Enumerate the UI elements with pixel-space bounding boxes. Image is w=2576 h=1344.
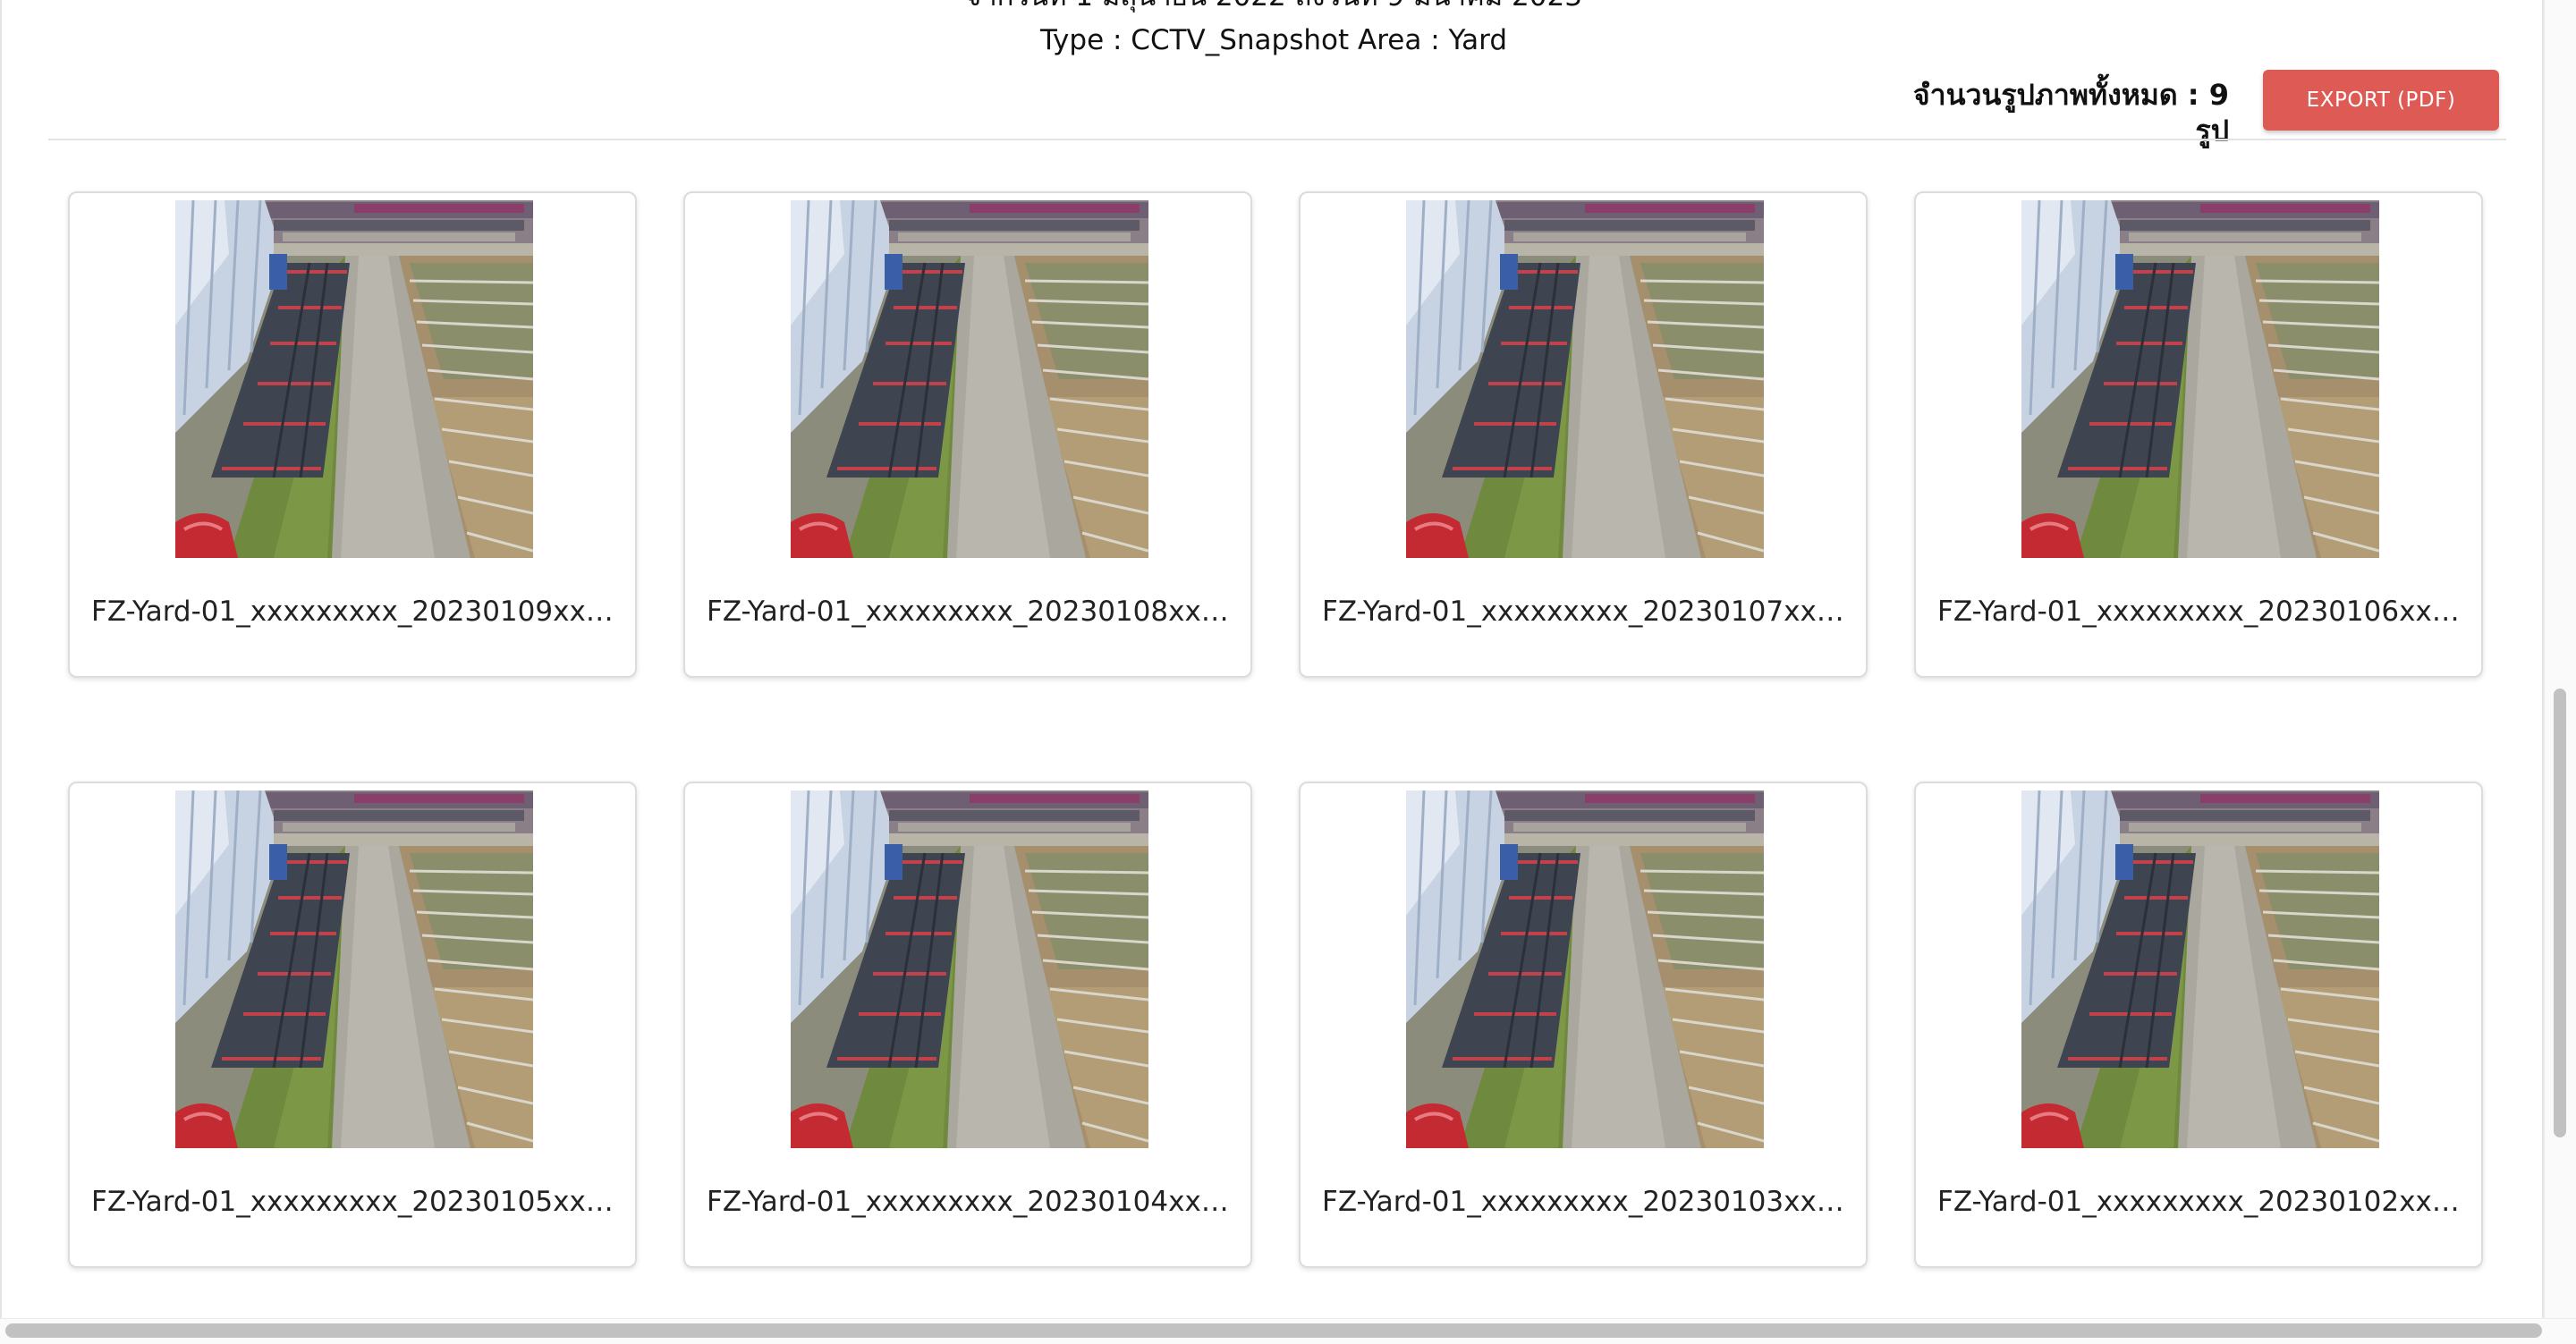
snapshot-thumbnail[interactable] <box>791 200 1148 558</box>
gallery-card[interactable]: FZ-Yard-01_xxxxxxxxx_20230106xxxxxx.jpg <box>1914 191 2483 678</box>
snapshot-thumbnail[interactable] <box>175 790 533 1148</box>
snapshot-thumbnail[interactable] <box>2021 790 2379 1148</box>
gallery-card[interactable]: FZ-Yard-01_xxxxxxxxx_20230107xxxxxx.jpg <box>1299 191 1868 678</box>
snapshot-filename: FZ-Yard-01_xxxxxxxxx_20230103xxxxxx.jpg <box>1322 1186 1848 1218</box>
snapshot-filename: FZ-Yard-01_xxxxxxxxx_20230109xxxxxx.jpg <box>91 596 617 628</box>
report-date-range: จากวันที่ 1 มิถุนายน 2022 ถึงวันที่ 9 มี… <box>2 0 2542 13</box>
snapshot-filename: FZ-Yard-01_xxxxxxxxx_20230106xxxxxx.jpg <box>1937 596 2463 628</box>
snapshot-filename: FZ-Yard-01_xxxxxxxxx_20230107xxxxxx.jpg <box>1322 596 1848 628</box>
report-type-line: Type : CCTV_Snapshot Area : Yard <box>1039 24 1508 56</box>
header-divider <box>48 139 2506 140</box>
snapshot-thumbnail[interactable] <box>1406 200 1764 558</box>
snapshot-filename: FZ-Yard-01_xxxxxxxxx_20230102xxxxxx.jpg <box>1937 1186 2463 1218</box>
snapshot-thumbnail[interactable] <box>175 200 533 558</box>
gallery-card[interactable]: FZ-Yard-01_xxxxxxxxx_20230102xxxxxx.jpg <box>1914 782 2483 1268</box>
snapshot-thumbnail[interactable] <box>1406 790 1764 1148</box>
export-pdf-button[interactable]: EXPORT (PDF) <box>2263 70 2499 131</box>
snapshot-thumbnail[interactable] <box>791 790 1148 1148</box>
image-count: จำนวนรูปภาพทั้งหมด : 9 รูป <box>1912 78 2229 148</box>
snapshot-filename: FZ-Yard-01_xxxxxxxxx_20230108xxxxxx.jpg <box>707 596 1233 628</box>
gallery-card[interactable]: FZ-Yard-01_xxxxxxxxx_20230104xxxxxx.jpg <box>683 782 1252 1268</box>
horizontal-scrollbar-thumb[interactable] <box>5 1323 2542 1338</box>
gallery-card[interactable]: FZ-Yard-01_xxxxxxxxx_20230103xxxxxx.jpg <box>1299 782 1868 1268</box>
snapshot-filename: FZ-Yard-01_xxxxxxxxx_20230104xxxxxx.jpg <box>707 1186 1233 1218</box>
vertical-scrollbar-thumb[interactable] <box>2554 689 2566 1137</box>
gallery-card[interactable]: FZ-Yard-01_xxxxxxxxx_20230109xxxxxx.jpg <box>68 191 637 678</box>
gallery-card[interactable]: FZ-Yard-01_xxxxxxxxx_20230108xxxxxx.jpg <box>683 191 1252 678</box>
snapshot-thumbnail[interactable] <box>2021 200 2379 558</box>
gallery-card[interactable]: FZ-Yard-01_xxxxxxxxx_20230105xxxxxx.jpg <box>68 782 637 1268</box>
snapshot-filename: FZ-Yard-01_xxxxxxxxx_20230105xxxxxx.jpg <box>91 1186 617 1218</box>
report-page: จากวันที่ 1 มิถุนายน 2022 ถึงวันที่ 9 มี… <box>0 0 2544 1318</box>
